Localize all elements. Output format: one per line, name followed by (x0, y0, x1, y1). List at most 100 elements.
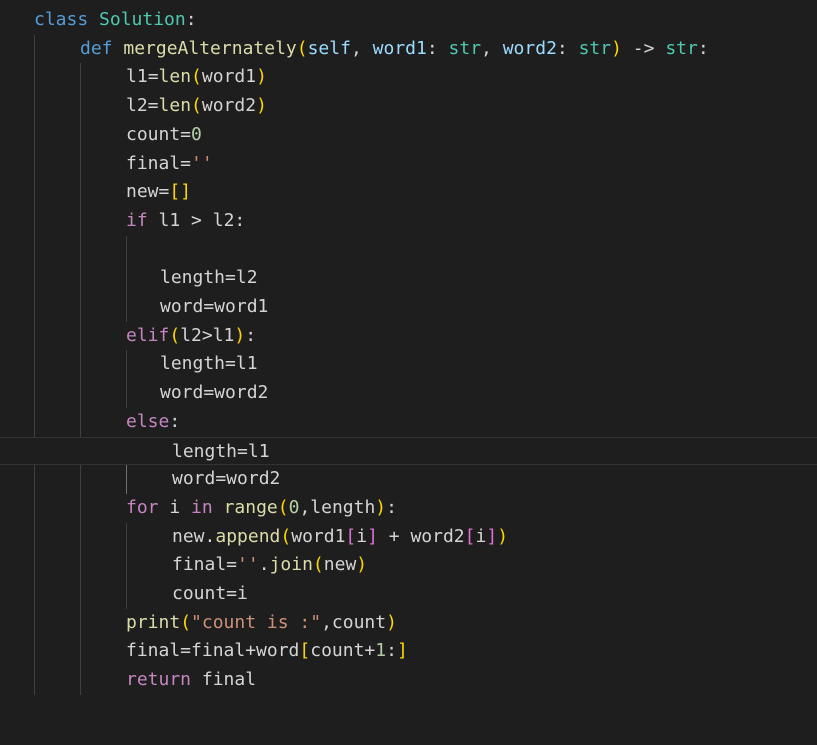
code-token: ( (280, 525, 292, 547)
code-token: str (665, 37, 698, 59)
code-token: ] (367, 525, 378, 547)
code-line[interactable]: return final (0, 666, 817, 695)
highlighted-token: l1 (126, 66, 148, 88)
code-token: return (126, 669, 192, 691)
code-token: final (191, 669, 257, 691)
code-token: for (126, 496, 159, 518)
code-token: if (126, 209, 148, 231)
code-token: def (80, 37, 113, 59)
code-token: ( (169, 324, 181, 346)
code-line[interactable]: l1=len(word1) (0, 63, 817, 92)
code-line[interactable]: new.append(word1[i] + word2[i]) (0, 523, 817, 552)
code-token: : (556, 37, 579, 59)
code-line[interactable]: count=0 (0, 121, 817, 150)
highlighted-token: l1 (235, 353, 258, 375)
highlighted-token: l1 (212, 324, 235, 346)
code-token: -> (621, 37, 666, 59)
code-line[interactable]: l2=len(word2) (0, 92, 817, 121)
code-line[interactable]: length=l1 (0, 350, 817, 379)
code-token: ,length (299, 496, 376, 518)
code-token: ) (611, 37, 622, 59)
code-token: i (158, 496, 192, 518)
code-text: count=i (172, 580, 248, 609)
code-token: ( (180, 611, 192, 633)
code-token: else (126, 410, 170, 432)
code-text: length=l2 (160, 264, 258, 293)
code-token: ( (191, 66, 202, 88)
code-line[interactable]: print("count is :",count) (0, 609, 817, 638)
code-line[interactable]: for i in range(0,length): (0, 494, 817, 523)
code-line[interactable]: word=word2 (0, 465, 817, 494)
code-text: for i in range(0,length): (126, 494, 397, 523)
code-token: 0 (288, 496, 300, 518)
code-token: 0 (191, 123, 202, 145)
code-line[interactable]: word=word1 (0, 293, 817, 322)
code-token: word=word2 (172, 468, 281, 490)
code-line[interactable]: new=[] (0, 178, 817, 207)
code-token: range (223, 496, 278, 518)
code-line[interactable] (0, 236, 817, 265)
code-line[interactable]: final=final+word[count+1:] (0, 637, 817, 666)
code-token: ) (256, 66, 267, 88)
code-token: new. (172, 525, 216, 547)
code-line[interactable]: length=l2 (0, 264, 817, 293)
code-token: ) (234, 324, 246, 346)
code-token: len (158, 66, 192, 88)
code-token: , (350, 37, 373, 59)
code-token: ) (256, 95, 267, 117)
code-token: i (475, 525, 487, 547)
code-line[interactable]: else: (0, 408, 817, 437)
code-token: elif (126, 324, 170, 346)
code-token: : (426, 37, 449, 59)
code-line[interactable]: count=i (0, 580, 817, 609)
code-token: word2 (201, 95, 257, 117)
code-text: print("count is :",count) (126, 609, 397, 638)
code-token: l2= (126, 95, 159, 117)
code-line[interactable]: if l1 > l2: (0, 207, 817, 236)
code-token: append (215, 525, 281, 547)
code-token: : (386, 496, 397, 518)
code-text: l1=len(word1) (126, 63, 267, 92)
code-token: class (34, 9, 89, 30)
code-token: len (158, 95, 192, 117)
code-text: final='' (126, 150, 213, 179)
code-line[interactable]: word=word2 (0, 379, 817, 408)
code-token: : (697, 37, 709, 59)
code-token: new= (126, 181, 170, 203)
code-token: ( (191, 95, 202, 117)
code-token: word=word2 (160, 382, 269, 404)
code-token: [] (169, 181, 192, 203)
code-text: new=[] (126, 178, 191, 207)
code-token: = (147, 66, 159, 88)
code-token: word=word1 (160, 296, 269, 317)
code-token: ) (497, 525, 509, 547)
code-line[interactable]: final=''.join(new) (0, 551, 817, 580)
code-token: ( (312, 554, 324, 576)
code-token: + word2 (377, 525, 465, 547)
code-text: else: (126, 408, 180, 437)
code-line[interactable]: class Solution: (0, 6, 817, 35)
code-line[interactable]: length=l1 (0, 436, 817, 467)
code-token: mergeAlternately (123, 37, 297, 59)
code-token: l2> (180, 324, 213, 346)
code-line[interactable]: def mergeAlternately(self, word1: str, w… (0, 35, 817, 64)
code-token: '' (191, 152, 213, 174)
code-text: length=l1 (172, 438, 270, 467)
code-token: join (269, 554, 313, 576)
highlighted-token: l1 (247, 440, 270, 462)
code-token: word2 (502, 37, 557, 59)
code-line[interactable]: elif(l2>l1): (0, 322, 817, 351)
code-text: class Solution: (34, 6, 197, 35)
code-token: : (386, 640, 397, 662)
code-text: count=0 (126, 121, 202, 150)
code-token: word1 (372, 37, 427, 59)
code-editor[interactable]: class Solution: def mergeAlternately(self… (0, 0, 817, 745)
code-line[interactable]: final='' (0, 150, 817, 179)
code-token: : (245, 324, 257, 346)
code-token: ) (386, 611, 397, 633)
code-token: new (323, 554, 357, 576)
code-token: str (448, 37, 482, 59)
